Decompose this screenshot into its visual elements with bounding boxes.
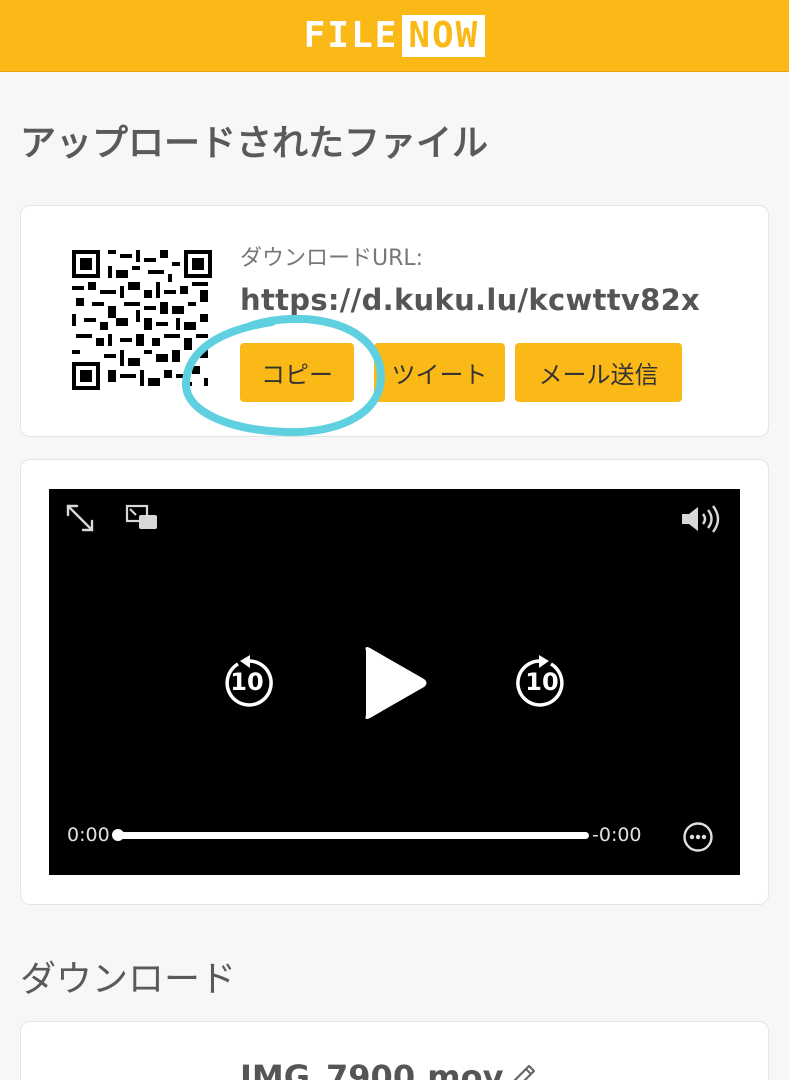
volume-icon[interactable] bbox=[680, 504, 724, 534]
skip-forward-seconds-label: 10 bbox=[525, 668, 559, 696]
play-icon[interactable] bbox=[360, 645, 430, 721]
download-filename: IMG_7900.mov bbox=[240, 1058, 504, 1080]
qr-finder-top-left bbox=[72, 250, 100, 278]
uploaded-file-title: アップロードされたファイル bbox=[20, 123, 489, 164]
picture-in-picture-icon[interactable] bbox=[125, 504, 159, 532]
skip-back-seconds-label: 10 bbox=[230, 668, 264, 696]
scrubber-handle[interactable] bbox=[112, 829, 124, 841]
download-url-link[interactable]: https://d.kuku.lu/kcwttv82x bbox=[240, 283, 700, 317]
current-time: 0:00 bbox=[67, 824, 110, 846]
pencil-icon[interactable] bbox=[508, 1062, 538, 1080]
qr-finder-top-right bbox=[184, 250, 212, 278]
download-section-title: ダウンロード bbox=[20, 959, 237, 1000]
mail-send-button[interactable]: メール送信 bbox=[515, 343, 682, 402]
more-options-icon[interactable] bbox=[682, 821, 714, 853]
tweet-button[interactable]: ツイート bbox=[374, 343, 505, 402]
top-header: FILE NOW bbox=[0, 0, 789, 72]
progress-scrubber[interactable] bbox=[118, 832, 589, 839]
logo-text-now: NOW bbox=[402, 14, 486, 57]
filenow-logo[interactable]: FILE NOW bbox=[304, 14, 486, 58]
download-url-label: ダウンロードURL: bbox=[240, 246, 424, 271]
logo-text-file: FILE bbox=[303, 15, 399, 56]
fullscreen-icon[interactable] bbox=[64, 502, 96, 534]
qr-finder-bottom-left bbox=[72, 362, 100, 390]
copy-button[interactable]: コピー bbox=[240, 343, 354, 402]
qr-code bbox=[72, 250, 212, 390]
remaining-time: -0:00 bbox=[592, 824, 642, 846]
